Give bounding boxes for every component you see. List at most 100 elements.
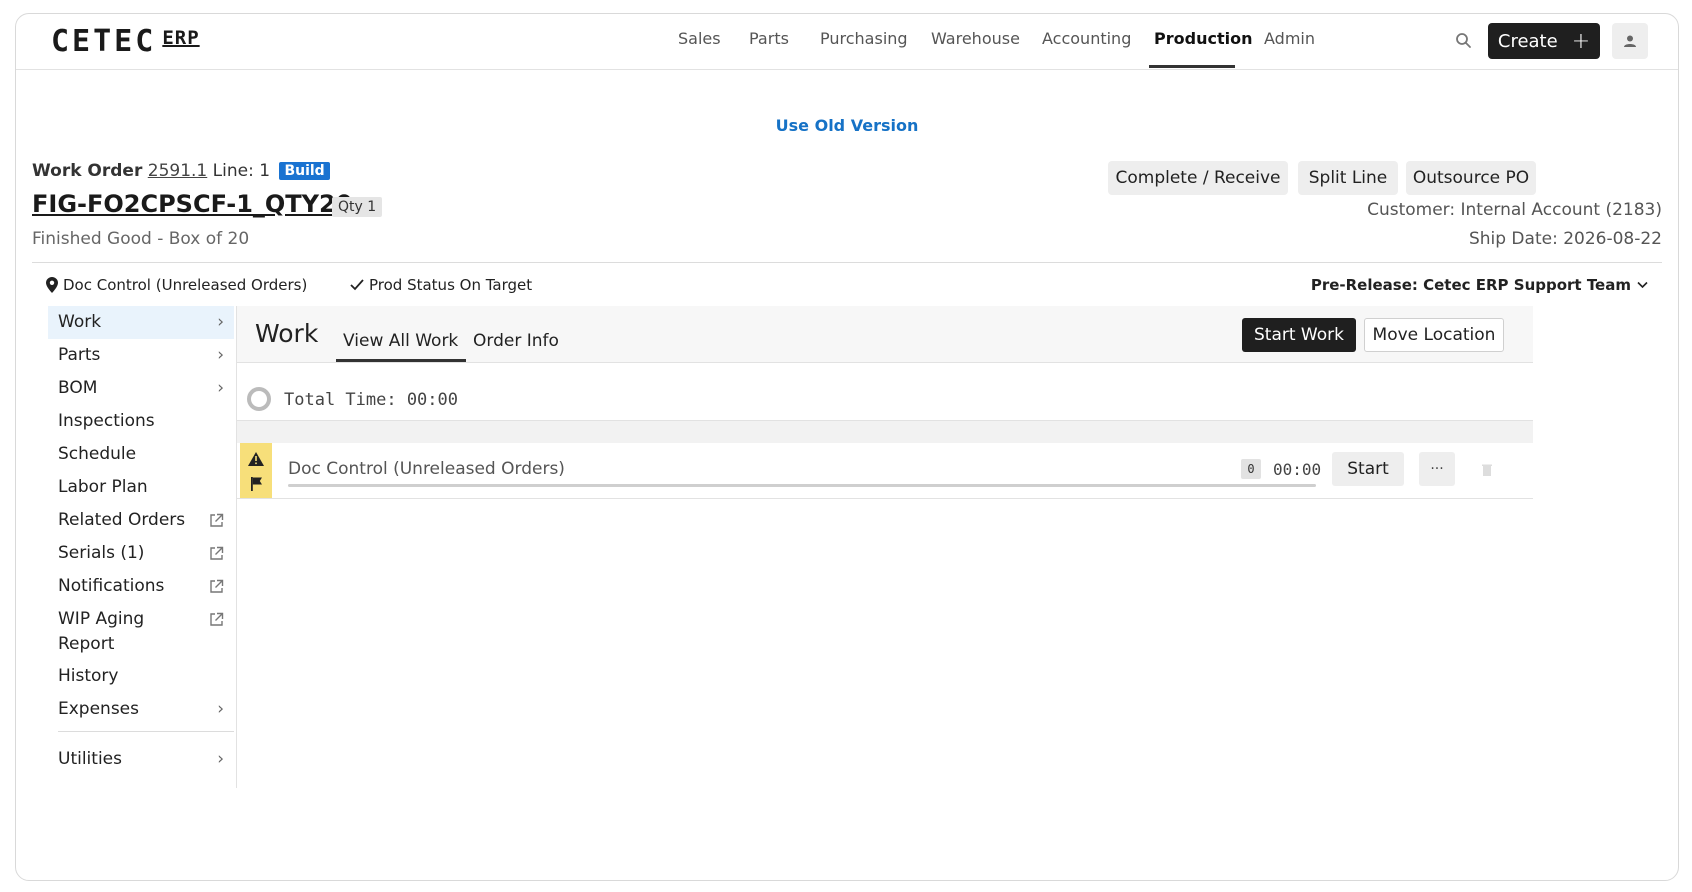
nav-active-underline <box>1149 65 1235 68</box>
tab-order-info[interactable]: Order Info <box>473 331 559 351</box>
nav-accounting[interactable]: Accounting <box>1042 29 1131 48</box>
nav-production[interactable]: Production <box>1154 29 1252 48</box>
line-number: Line: 1 <box>212 161 271 181</box>
trash-icon[interactable] <box>1480 463 1494 477</box>
task-name[interactable]: Doc Control (Unreleased Orders) <box>288 459 565 479</box>
sidebar-item-label: BOM <box>58 378 98 398</box>
nav-admin[interactable]: Admin <box>1264 29 1315 48</box>
sidebar-item-work[interactable]: Work › <box>48 306 234 339</box>
start-work-button[interactable]: Start Work <box>1242 318 1356 352</box>
sidebar-item-label: Schedule <box>58 444 137 464</box>
work-panel-header: Work View All Work Order Info Start Work… <box>237 306 1533 363</box>
chevron-right-icon: › <box>217 312 224 332</box>
work-task-row: Doc Control (Unreleased Orders) 0 00:00 … <box>237 443 1533 499</box>
sidebar-item-parts[interactable]: Parts › <box>48 339 234 372</box>
chevron-right-icon: › <box>217 345 224 365</box>
ship-date: Ship Date: 2026-08-22 <box>1468 229 1662 249</box>
nav-warehouse[interactable]: Warehouse <box>931 29 1020 48</box>
sidebar-item-label: WIP Aging <box>58 609 145 629</box>
move-location-button[interactable]: Move Location <box>1364 318 1504 352</box>
chevron-right-icon: › <box>217 699 224 719</box>
prerelease-dropdown[interactable]: Pre-Release: Cetec ERP Support Team <box>1311 276 1648 294</box>
work-order-line: Work Order 2591.1 Line: 1 Build <box>32 161 330 181</box>
sidebar-item-utilities[interactable]: Utilities › <box>48 743 234 776</box>
part-number-link[interactable]: FIG-FO2CPSCF-1_QTY20 <box>32 190 352 218</box>
nav-parts[interactable]: Parts <box>749 29 789 48</box>
sidebar-item-label: Work <box>58 312 102 332</box>
external-link-icon <box>210 513 224 527</box>
part-description: Finished Good - Box of 20 <box>32 229 250 249</box>
prod-status-label: Prod Status On Target <box>369 276 533 294</box>
build-badge: Build <box>279 162 330 180</box>
chevron-down-icon <box>1637 281 1648 289</box>
nav-purchasing[interactable]: Purchasing <box>820 29 908 48</box>
chevron-right-icon: › <box>217 749 224 769</box>
use-old-version-link[interactable]: Use Old Version <box>16 116 1678 135</box>
complete-receive-button[interactable]: Complete / Receive <box>1108 161 1288 195</box>
logo-erp-text: ERP <box>162 27 200 49</box>
task-start-button[interactable]: Start <box>1332 452 1404 486</box>
sidebar-item-label: Notifications <box>58 576 165 596</box>
location-status-label: Doc Control (Unreleased Orders) <box>63 276 308 294</box>
sidebar-item-label: Serials (1) <box>58 543 145 563</box>
external-link-icon <box>210 612 224 626</box>
sidebar-item-label: Inspections <box>58 411 155 431</box>
user-menu-button[interactable] <box>1612 23 1648 59</box>
create-button[interactable]: Create + <box>1488 23 1600 59</box>
sidebar-item-related-orders[interactable]: Related Orders <box>48 504 234 537</box>
sidebar-item-label: Expenses <box>58 699 139 719</box>
sidebar-item-label: Parts <box>58 345 101 365</box>
checkmark-icon <box>350 279 364 291</box>
total-time-label: Total Time: 00:00 <box>284 390 458 410</box>
sidebar-item-label: Related Orders <box>58 510 186 530</box>
task-time: 00:00 <box>1273 460 1322 479</box>
sidebar-item-notifications[interactable]: Notifications <box>48 570 234 603</box>
sidebar-item-label: History <box>58 666 119 686</box>
customer-info: Customer: Internal Account (2183) <box>1367 200 1662 220</box>
create-button-label: Create <box>1497 30 1558 52</box>
location-pin-icon <box>46 277 58 293</box>
active-tab-underline <box>336 359 466 362</box>
sidebar-item-expenses[interactable]: Expenses › <box>48 693 234 726</box>
sidebar-item-inspections[interactable]: Inspections <box>48 405 234 438</box>
split-line-button[interactable]: Split Line <box>1298 161 1398 195</box>
header-divider <box>32 262 1662 263</box>
sidebar-item-label: Utilities <box>58 749 122 769</box>
flag-icon <box>251 477 262 491</box>
task-progress-bar <box>288 484 1316 487</box>
work-order-label: Work Order <box>32 161 143 181</box>
plus-icon: + <box>1571 28 1591 54</box>
chevron-right-icon: › <box>217 378 224 398</box>
more-options-button[interactable]: ··· <box>1419 452 1455 486</box>
location-status[interactable]: Doc Control (Unreleased Orders) <box>46 276 307 294</box>
sidebar-item-label-line2: Report <box>58 634 115 654</box>
user-icon <box>1624 35 1636 47</box>
sidebar: Work › Parts › BOM › Inspections Schedul… <box>48 306 237 788</box>
logo-text: CETEC <box>51 24 157 59</box>
sidebar-item-history[interactable]: History <box>48 660 234 693</box>
prerelease-label: Pre-Release: Cetec ERP Support Team <box>1310 276 1631 294</box>
sidebar-item-schedule[interactable]: Schedule <box>48 438 234 471</box>
sidebar-item-wip-aging-report[interactable]: WIP Aging Report <box>48 603 234 660</box>
sidebar-item-bom[interactable]: BOM › <box>48 372 234 405</box>
search-icon[interactable] <box>1454 31 1474 51</box>
external-link-icon <box>210 579 224 593</box>
sidebar-item-labor-plan[interactable]: Labor Plan <box>48 471 234 504</box>
top-navbar: CETEC ERP Sales Parts Purchasing Warehous… <box>16 14 1678 70</box>
sidebar-divider <box>58 731 234 732</box>
timer-circle-icon <box>247 387 271 411</box>
prod-status: Prod Status On Target <box>350 276 532 294</box>
work-order-number-link[interactable]: 2591.1 <box>148 161 207 181</box>
external-link-icon <box>210 546 224 560</box>
outsource-po-button[interactable]: Outsource PO <box>1406 161 1536 195</box>
total-time-row: Total Time: 00:00 <box>237 364 1533 421</box>
qty-badge: Qty 1 <box>332 197 383 217</box>
nav-sales[interactable]: Sales <box>678 29 721 48</box>
sidebar-item-label: Labor Plan <box>58 477 148 497</box>
panel-title: Work <box>255 319 319 348</box>
sidebar-item-serials[interactable]: Serials (1) <box>48 537 234 570</box>
tab-view-all-work[interactable]: View All Work <box>343 331 458 351</box>
app-window: CETEC ERP Sales Parts Purchasing Warehous… <box>15 13 1679 881</box>
logo[interactable]: CETEC ERP <box>51 24 200 59</box>
section-spacer <box>237 421 1533 443</box>
